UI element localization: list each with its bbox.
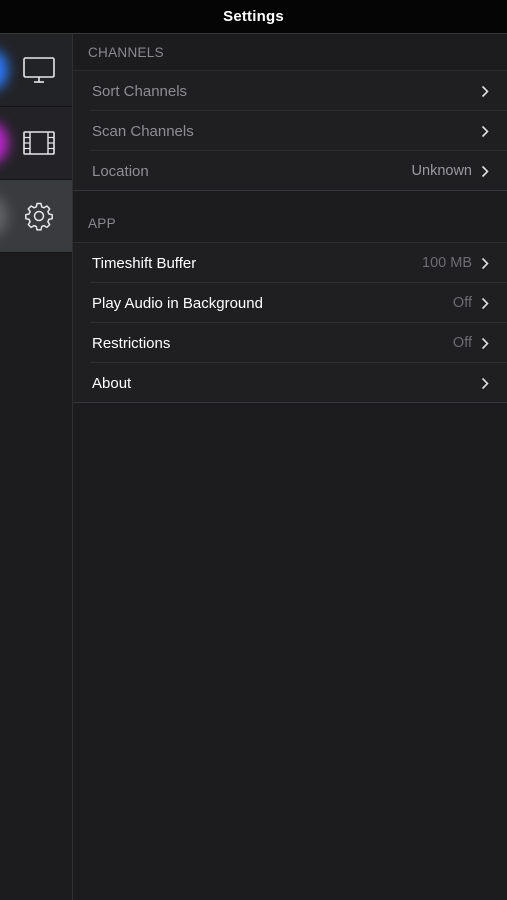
row-value: Off [452,295,472,311]
row-restrictions[interactable]: Restrictions Off [73,323,507,363]
row-value: Unknown [411,163,472,179]
row-label: About [92,374,132,392]
row-label: Play Audio in Background [92,294,263,312]
row-value: 100 MB [422,255,472,271]
row-label: Sort Channels [92,82,188,100]
chevron-right-icon [480,256,490,270]
navigation-bar: Settings [0,0,507,34]
chevron-right-icon [480,376,490,390]
sidebar-item-settings[interactable] [0,180,72,253]
row-play-audio-background[interactable]: Play Audio in Background Off [73,283,507,323]
row-label: Scan Channels [92,122,194,140]
page-title: Settings [223,8,284,25]
settings-glow [0,196,8,236]
sidebar-item-movies[interactable] [0,107,72,180]
section-header-channels: CHANNELS [73,35,507,71]
chevron-right-icon [480,336,490,350]
row-value: Off [452,335,472,351]
row-scan-channels[interactable]: Scan Channels [73,111,507,151]
tv-icon [22,53,56,87]
chevron-right-icon [480,124,490,138]
row-label: Location [92,162,149,180]
row-location[interactable]: Location Unknown [73,151,507,191]
tv-glow [0,50,8,90]
row-about[interactable]: About [73,363,507,403]
movies-glow [0,123,8,163]
settings-list: CHANNELS Sort Channels Scan Channels Loc… [73,35,507,900]
row-sort-channels[interactable]: Sort Channels [73,71,507,111]
app-window: Settings CHANNELS Sort Channels Scan Cha… [0,0,507,900]
film-icon [22,126,56,160]
sidebar [0,34,73,900]
section-header-app: APP [73,191,507,243]
sidebar-item-tv[interactable] [0,34,72,107]
row-label: Restrictions [92,334,171,352]
gear-icon [22,199,56,233]
row-timeshift-buffer[interactable]: Timeshift Buffer 100 MB [73,243,507,283]
row-label: Timeshift Buffer [92,254,197,272]
chevron-right-icon [480,84,490,98]
chevron-right-icon [480,296,490,310]
chevron-right-icon [480,164,490,178]
